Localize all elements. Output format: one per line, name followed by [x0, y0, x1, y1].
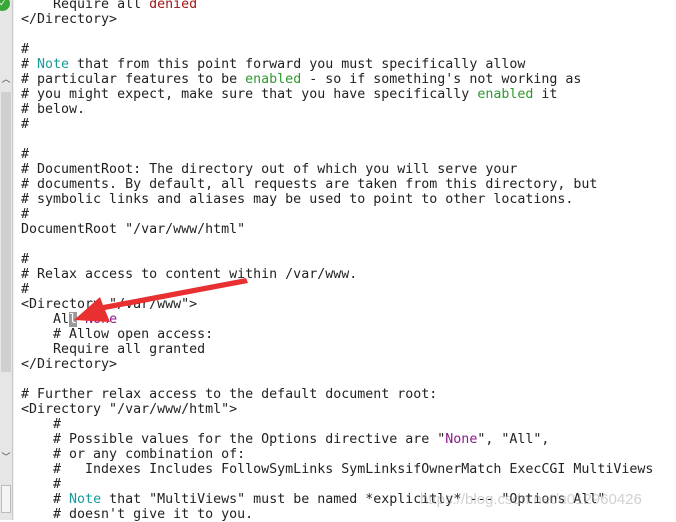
watermark: https://blog.csdn.net/u012960426 [420, 491, 642, 508]
red-arrow-icon [74, 278, 248, 322]
